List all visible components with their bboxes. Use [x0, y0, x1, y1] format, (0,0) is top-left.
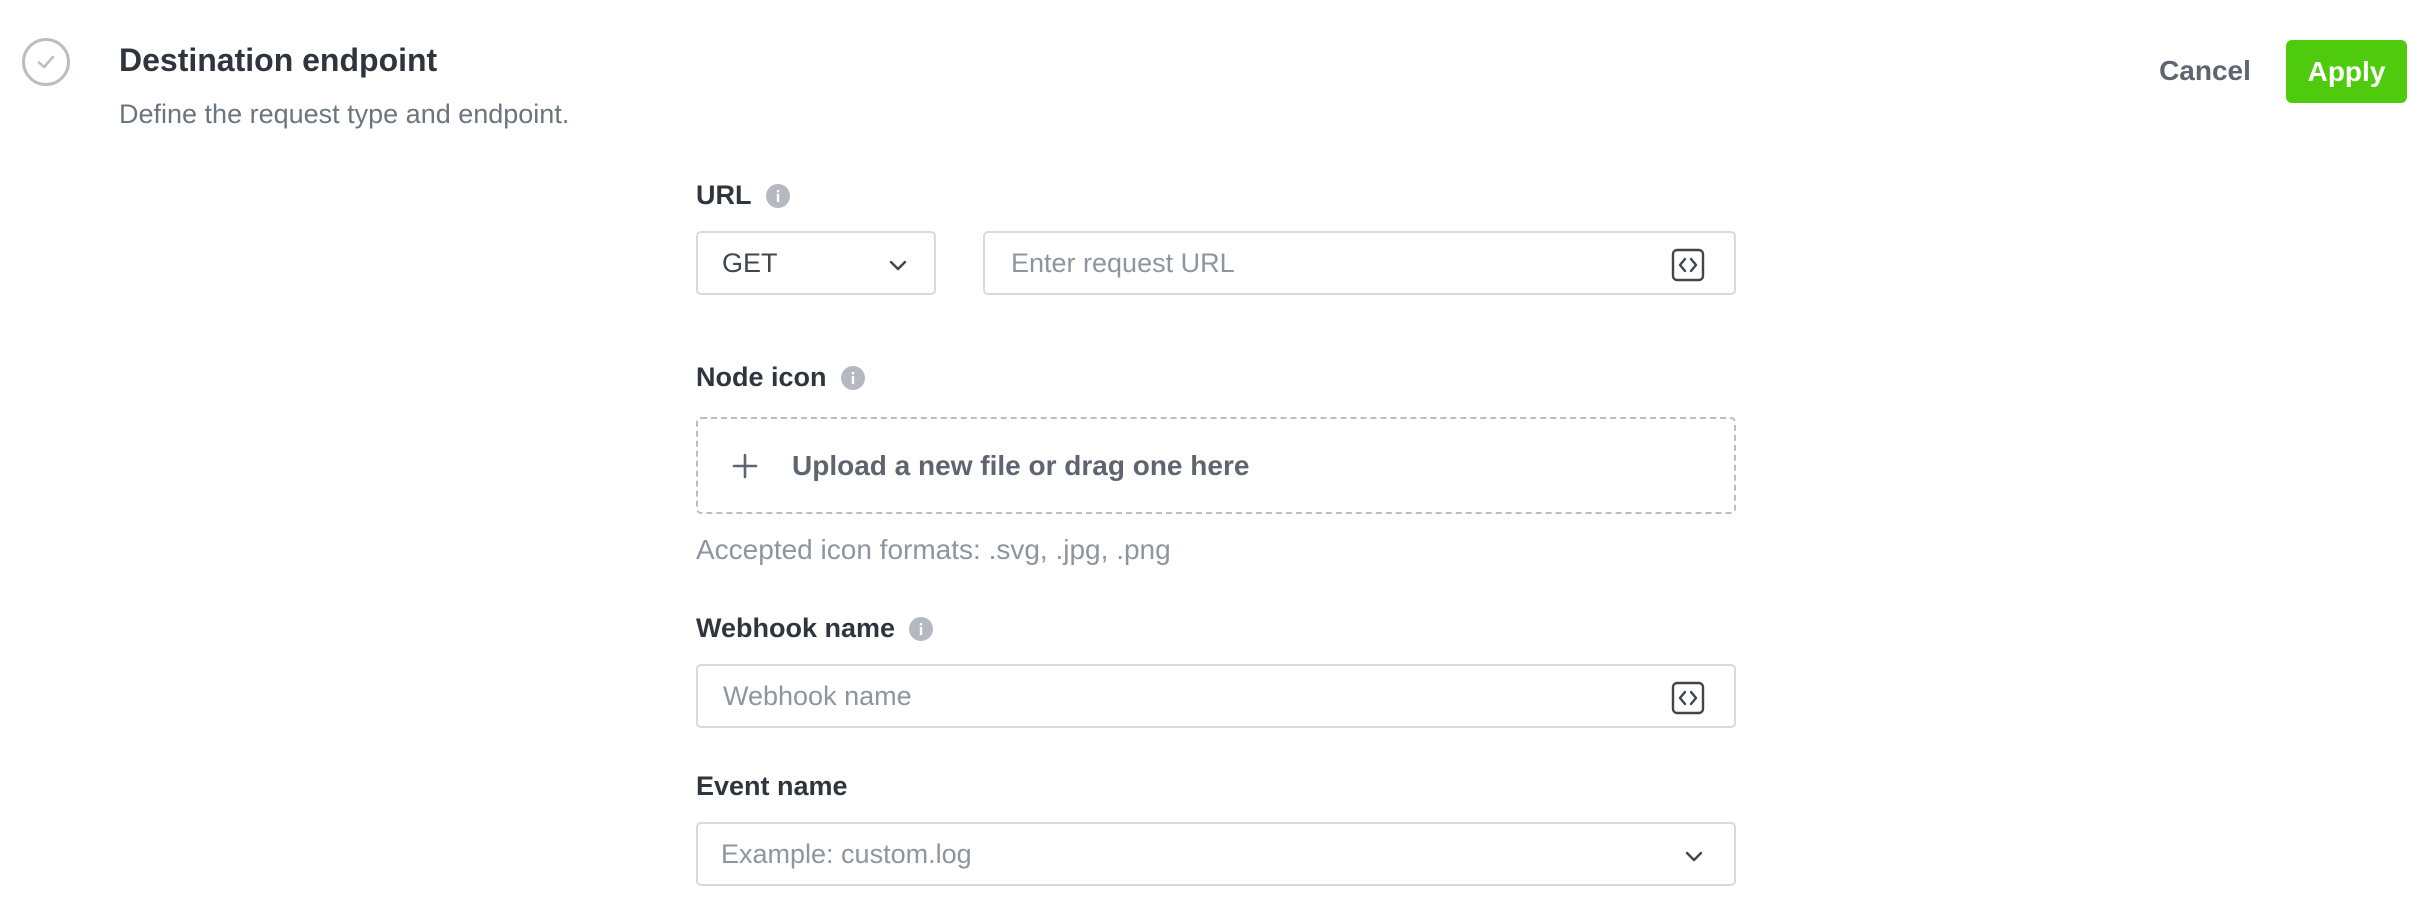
plus-icon	[732, 453, 758, 479]
info-icon[interactable]	[765, 183, 790, 208]
webhook-name-placeholder: Webhook name	[723, 680, 912, 711]
section-subtitle: Define the request type and endpoint.	[119, 99, 570, 129]
cancel-button[interactable]: Cancel	[2140, 40, 2270, 102]
node-icon-label-row: Node icon	[696, 362, 865, 393]
chevron-down-icon	[889, 260, 907, 271]
node-icon-label: Node icon	[696, 362, 827, 392]
http-method-value: GET	[722, 247, 778, 278]
webhook-name-input[interactable]: Webhook name	[696, 664, 1736, 728]
url-label-row: URL	[696, 180, 790, 211]
info-icon[interactable]	[909, 616, 934, 641]
event-name-placeholder: Example: custom.log	[721, 838, 972, 869]
chevron-down-icon	[1685, 851, 1703, 862]
request-url-input[interactable]: Enter request URL	[983, 231, 1736, 295]
url-label: URL	[696, 180, 752, 210]
icon-upload-dropzone[interactable]: Upload a new file or drag one here	[696, 417, 1736, 514]
section-title: Destination endpoint	[119, 42, 438, 78]
info-icon[interactable]	[840, 365, 865, 390]
event-name-select[interactable]: Example: custom.log	[696, 822, 1736, 886]
code-icon[interactable]	[1671, 681, 1705, 715]
http-method-select[interactable]: GET	[696, 231, 936, 295]
apply-button[interactable]: Apply	[2286, 40, 2407, 103]
webhook-name-label: Webhook name	[696, 613, 896, 643]
request-url-placeholder: Enter request URL	[1011, 247, 1235, 278]
code-icon[interactable]	[1671, 248, 1705, 282]
event-name-label-row: Event name	[696, 771, 848, 802]
icon-formats-hint: Accepted icon formats: .svg, .jpg, .png	[696, 534, 1171, 565]
section-complete-icon	[22, 38, 70, 86]
event-name-label: Event name	[696, 771, 848, 801]
webhook-name-label-row: Webhook name	[696, 613, 934, 644]
upload-text: Upload a new file or drag one here	[792, 449, 1250, 481]
